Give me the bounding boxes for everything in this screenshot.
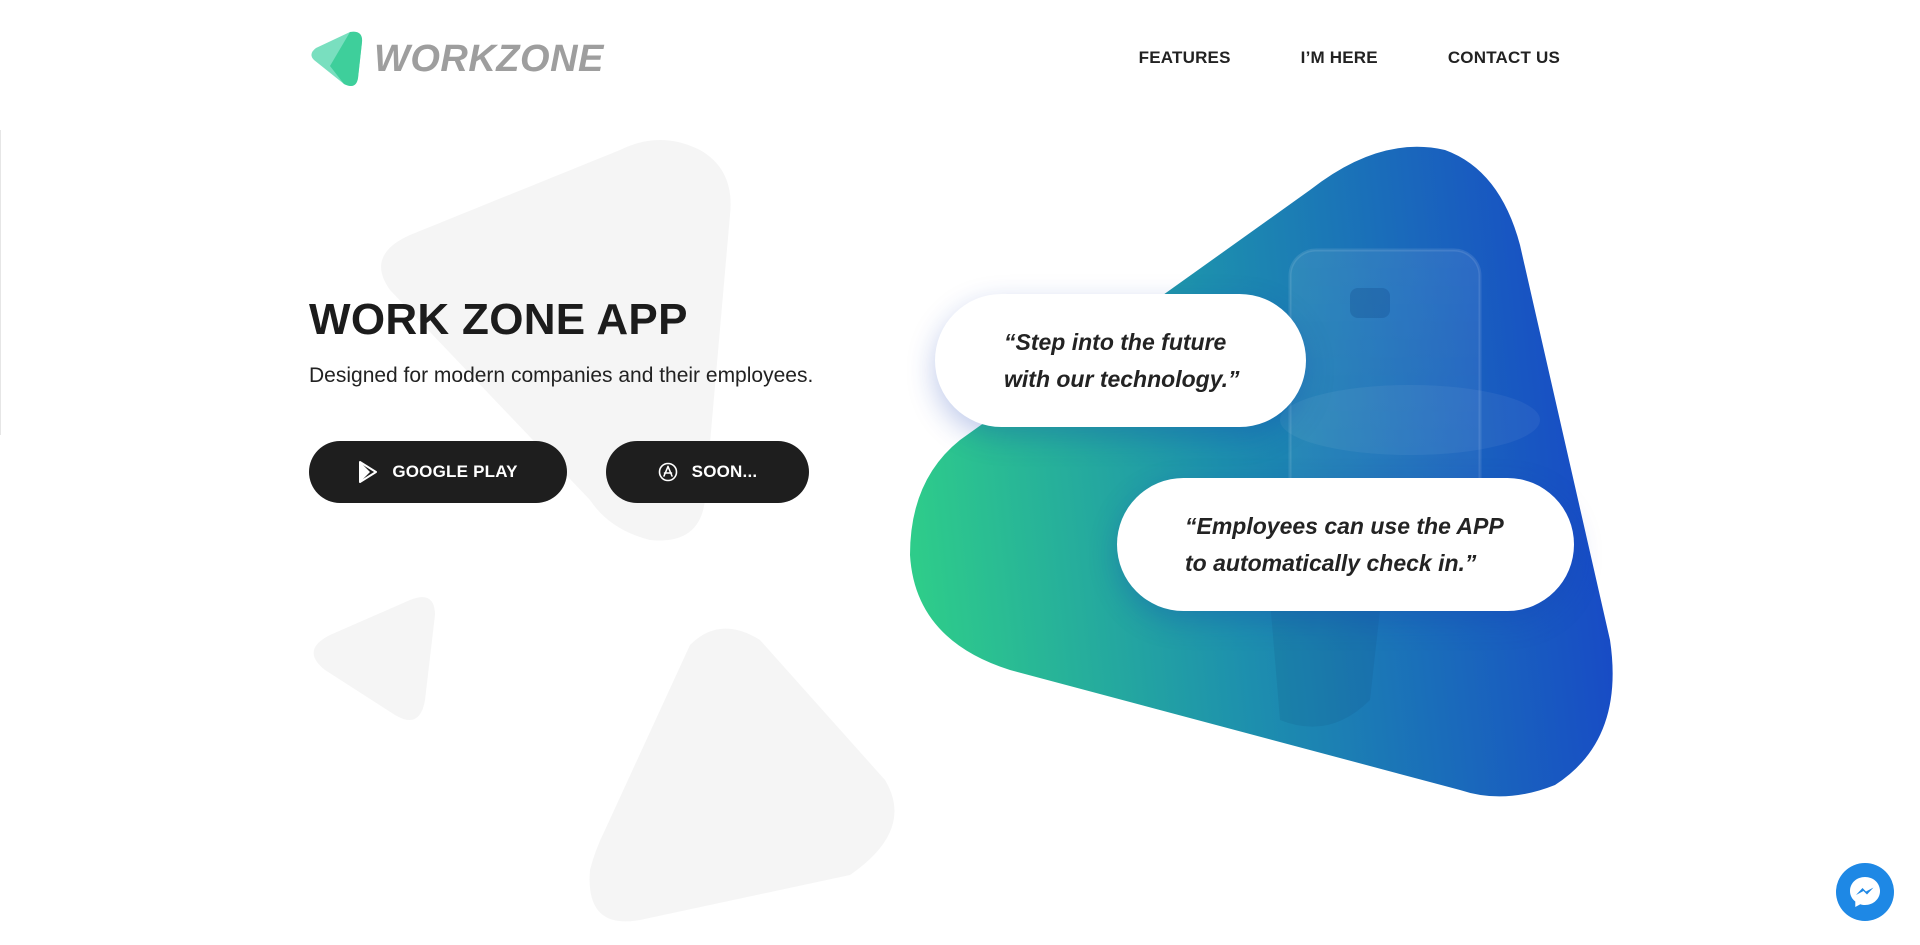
triangle-logo-icon <box>311 31 363 86</box>
app-store-soon-label: SOON... <box>691 462 758 481</box>
messenger-icon <box>1850 877 1880 907</box>
messenger-chat-button[interactable] <box>1836 863 1894 921</box>
hero-subtitle: Designed for modern companies and their … <box>309 364 814 387</box>
play-store-icon <box>359 461 378 483</box>
app-store-icon <box>658 462 677 482</box>
app-store-soon-button[interactable]: SOON... <box>606 441 809 503</box>
nav-im-here-link[interactable]: I’M HERE <box>1301 48 1378 68</box>
quote-line: “Employees can use the APP <box>1185 512 1504 539</box>
nav-contact-us-link[interactable]: CONTACT US <box>1448 48 1560 68</box>
quote-text: “Step into the future with our technolog… <box>1004 324 1240 398</box>
hero-section: WORK ZONE APP Designed for modern compan… <box>309 290 909 503</box>
brand-logo[interactable]: WORKZONE <box>308 30 604 88</box>
hero-title: WORK ZONE APP <box>309 295 688 344</box>
store-buttons: GOOGLE PLAY SOON... <box>309 441 909 503</box>
gradient-triangle <box>910 146 1613 797</box>
google-play-button[interactable]: GOOGLE PLAY <box>309 441 567 503</box>
quote-bubble-future: “Step into the future with our technolog… <box>935 294 1306 427</box>
quote-line: “Step into the future <box>1004 328 1227 355</box>
quote-line: with our technology.” <box>1004 365 1240 392</box>
brand-name: WORKZONE <box>374 38 604 80</box>
quote-line: to automatically check in.” <box>1185 549 1477 576</box>
main-nav: FEATURES I’M HERE CONTACT US <box>1139 48 1560 68</box>
quote-text: “Employees can use the APP to automatica… <box>1185 508 1504 582</box>
google-play-label: GOOGLE PLAY <box>392 462 518 481</box>
site-header: WORKZONE FEATURES I’M HERE CONTACT US <box>0 0 1920 115</box>
hero-gradient-shape <box>910 146 1613 797</box>
quote-bubble-check-in: “Employees can use the APP to automatica… <box>1117 478 1574 611</box>
nav-features-link[interactable]: FEATURES <box>1139 48 1231 68</box>
